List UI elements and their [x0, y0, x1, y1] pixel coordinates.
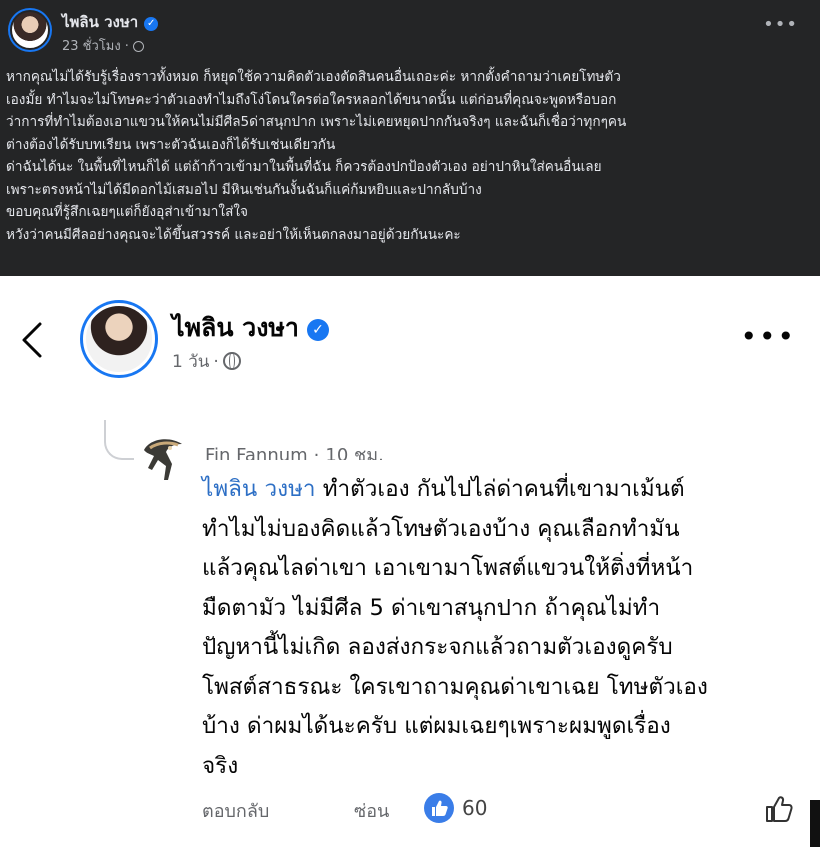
comment-line: แล้วคุณไลด่าเขา เอาเขามาโพสต์แขวนให้ติ่ง… — [202, 555, 694, 581]
post-body-line: ด่าฉันได้นะ ในพื้นที่ไหนก็ได้ แต่ถ้าก้าว… — [6, 159, 602, 175]
comment-line: ทำไมไม่บองคิดแล้วโทษตัวเองบ้าง คุณเลือกท… — [202, 515, 680, 542]
commenter-avatar[interactable] — [140, 434, 186, 484]
thumbs-up-icon — [766, 796, 793, 822]
author-avatar[interactable] — [8, 8, 52, 52]
top-post: ไพลิน วงษา ✓ 23 ชั่วโมง · ••• หากคุณไม่ได้… — [0, 0, 820, 276]
comment-line-text: ทำตัวเอง กันไปไล่ด่าคนที่เขามาเม้นต์ — [315, 476, 685, 502]
comment-line: จริง — [202, 752, 239, 779]
author-name[interactable]: ไพลิน วงษา ✓ — [62, 10, 159, 34]
post-body-line: ขอบคุณที่รู้สึกเฉยๆแต่ก็ยังอุส่าเข้ามาใส… — [6, 204, 248, 220]
post-body-line: ต่างต้องได้รับบทเรียน เพราะตัวฉันเองก็ได… — [6, 136, 336, 153]
card-author-name[interactable]: ไพลิน วงษา ✓ — [172, 308, 329, 348]
like-button[interactable] — [763, 793, 795, 825]
scrollbar[interactable] — [810, 800, 820, 847]
author-name-text[interactable]: ไพลิน วงษา — [62, 13, 138, 31]
globe-icon — [222, 352, 241, 370]
card-author-avatar[interactable] — [80, 300, 158, 378]
post-body-line: หวังว่าคนมีศีลอย่างคุณจะได้ขึ้นสวรรค์ แล… — [6, 226, 461, 243]
comment-line: ปัญหานี้ไม่เกิด ลองส่งกระจกแล้วถามตัวเอง… — [202, 634, 673, 660]
more-options-button[interactable]: ••• — [763, 14, 798, 35]
post-body: หากคุณไม่ได้รับรู้เรื่องราวทั้งหมด ก็หยุ… — [6, 66, 806, 246]
like-count: 60 — [462, 796, 488, 820]
post-time-text[interactable]: 23 ชั่วโมง — [62, 39, 121, 54]
hide-button[interactable]: ซ่อน — [354, 796, 389, 825]
comment-meta: Fin Fannum · 10 ชม. — [205, 442, 384, 460]
card-more-options-button[interactable]: ••• — [740, 322, 796, 352]
back-button[interactable] — [18, 320, 48, 360]
comment-body: ไพลิน วงษา ทำตัวเอง กันไปไล่ด่าคนที่เขาม… — [202, 470, 802, 786]
verified-badge-icon: ✓ — [144, 17, 159, 31]
post-body-line: เองมั้ย ทำไมจะไม่โทษคะว่าตัวเองทำไมถึงโง… — [6, 91, 617, 108]
comment-line: บ้าง ด่าผมได้นะครับ แต่ผมเฉยๆเพราะผมพูดเ… — [202, 713, 671, 739]
post-body-line: ว่าการที่ทำไมต้องเอาแขวนให้คนไม่มีศีล5ด่… — [6, 114, 627, 130]
commenter-name[interactable]: Fin Fannum — [205, 442, 308, 460]
post-body-line: เพราะตรงหน้าไม่ได้มีดอกไม้เสมอไป มีหินเช… — [6, 181, 482, 198]
post-body-line: หากคุณไม่ได้รับรู้เรื่องราวทั้งหมด ก็หยุ… — [6, 69, 621, 85]
comment-line: ไพลิน วงษา ทำตัวเอง กันไปไล่ด่าคนที่เขาม… — [202, 470, 802, 510]
post-timestamp: 23 ชั่วโมง · — [62, 35, 144, 56]
globe-icon — [132, 41, 144, 52]
comment-time: 10 ชม. — [325, 445, 384, 460]
reply-button[interactable]: ตอบกลับ — [202, 796, 269, 825]
verified-badge-icon: ✓ — [306, 319, 329, 341]
thread-connector — [104, 420, 134, 460]
chevron-left-icon — [22, 322, 42, 358]
card-author-name-text[interactable]: ไพลิน วงษา — [172, 313, 299, 342]
comment-line: โพสต์สาธรณะ ใครเขาถามคุณด่าเขาเฉย โทษตัว… — [202, 673, 708, 700]
card-timestamp: 1 วัน · — [172, 348, 241, 375]
mention-link[interactable]: ไพลิน วงษา — [202, 476, 316, 502]
comment-line: มืดตามัว ไม่มีศีล 5 ด่าเขาสนุกปาก ถ้าคุณ… — [202, 594, 661, 621]
card-time-text[interactable]: 1 วัน — [172, 352, 209, 372]
like-reaction-icon[interactable] — [424, 793, 454, 823]
